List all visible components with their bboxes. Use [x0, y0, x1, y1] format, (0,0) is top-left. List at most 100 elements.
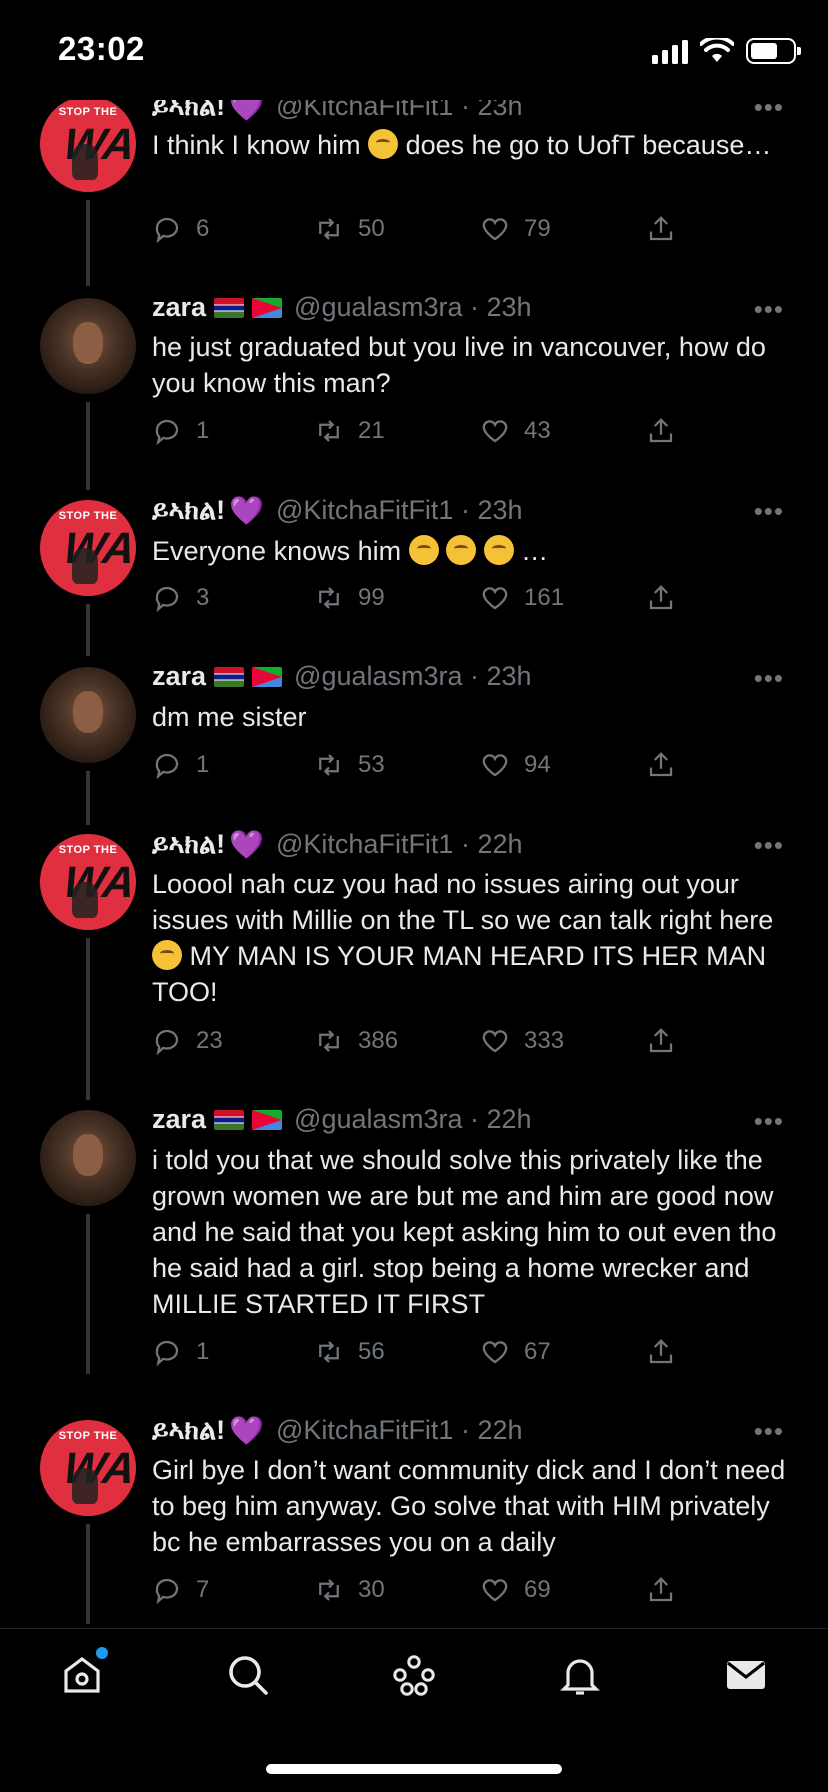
more-options-icon[interactable]: •••	[754, 1416, 784, 1447]
status-icons	[652, 36, 801, 66]
cellular-signal-icon	[652, 38, 688, 64]
retweet-button[interactable]: 99	[314, 583, 385, 613]
share-icon	[649, 1339, 673, 1364]
notifications-icon	[560, 1659, 600, 1695]
share-button[interactable]	[646, 583, 676, 613]
tweet-actions: 7 30 69	[152, 1573, 692, 1607]
search-tab[interactable]	[224, 1651, 272, 1699]
like-button[interactable]: 69	[480, 1575, 551, 1605]
share-button[interactable]	[646, 416, 676, 446]
retweet-icon	[319, 1341, 339, 1363]
like-button[interactable]: 94	[480, 750, 551, 780]
status-time: 23:02	[58, 30, 145, 67]
reply-button[interactable]: 23	[152, 1026, 223, 1056]
share-button[interactable]	[646, 750, 676, 780]
tweet-text-part: Everyone knows him	[152, 536, 409, 566]
tweet-text-part: does he go to UofT because…	[398, 130, 772, 160]
avatar[interactable]	[40, 298, 136, 394]
share-icon	[649, 585, 673, 610]
share-icon	[649, 1577, 673, 1602]
more-options-icon[interactable]: •••	[754, 830, 784, 861]
more-options-icon[interactable]: •••	[754, 496, 784, 527]
display-name[interactable]: zara	[152, 292, 206, 323]
like-button[interactable]: 333	[480, 1026, 564, 1056]
face-with-raised-eyebrow-emoji	[368, 129, 399, 159]
display-name[interactable]: ይኣክል!	[152, 1415, 225, 1447]
avatar[interactable]: STOP THE WAR	[40, 1420, 136, 1516]
reply-count: 1	[196, 751, 210, 778]
purple-heart-emoji: 💜	[229, 495, 264, 526]
display-name[interactable]: zara	[152, 661, 206, 692]
bottom-nav	[0, 1628, 828, 1728]
pleading-face-emoji	[408, 535, 439, 565]
retweet-icon	[319, 754, 339, 776]
messages-tab[interactable]	[722, 1651, 770, 1699]
battery-icon	[746, 38, 801, 64]
handle-timestamp[interactable]: @KitchaFitFit1 · 22h	[276, 1415, 523, 1446]
share-button[interactable]	[646, 1575, 676, 1605]
tweet-actions: 1 21 43	[152, 414, 692, 448]
retweet-button[interactable]: 30	[314, 1575, 385, 1605]
handle-timestamp[interactable]: @KitchaFitFit1 · 23h	[276, 495, 523, 526]
avatar-text-stop: STOP THE	[58, 844, 118, 856]
reply-icon	[155, 1578, 179, 1605]
reply-button[interactable]: 6	[152, 214, 209, 244]
avatar-figure	[72, 882, 98, 918]
avatar[interactable]	[40, 1110, 136, 1206]
thread-line	[86, 1524, 90, 1624]
display-name[interactable]: ይኣክል!	[152, 829, 225, 861]
share-icon	[649, 752, 673, 777]
handle-timestamp[interactable]: @KitchaFitFit1 · 22h	[276, 829, 523, 860]
gambia-flag-emoji	[214, 297, 245, 318]
spaces-tab[interactable]	[390, 1651, 438, 1699]
avatar-text-stop: STOP THE	[58, 1430, 118, 1442]
more-options-icon[interactable]: •••	[754, 1106, 784, 1137]
avatar[interactable]: STOP THE WAR	[40, 96, 136, 192]
more-options-icon[interactable]: •••	[754, 294, 784, 325]
retweet-button[interactable]: 53	[314, 750, 385, 780]
handle-timestamp[interactable]: @gualasm3ra · 23h	[294, 292, 532, 323]
heart-icon	[482, 1341, 508, 1364]
avatar[interactable]	[40, 667, 136, 763]
like-button[interactable]: 67	[480, 1337, 551, 1367]
display-name[interactable]: ይኣክል!	[152, 495, 225, 527]
tweet-text: Looool nah cuz you had no issues airing …	[152, 866, 792, 1010]
more-options-icon[interactable]: •••	[754, 663, 784, 694]
handle-timestamp[interactable]: @gualasm3ra · 23h	[294, 661, 532, 692]
share-button[interactable]	[646, 214, 676, 244]
reply-button[interactable]: 1	[152, 1337, 209, 1367]
share-button[interactable]	[646, 1026, 676, 1056]
like-count: 79	[524, 215, 551, 242]
avatar-figure	[72, 548, 98, 584]
retweet-button[interactable]: 50	[314, 214, 385, 244]
thread-line	[86, 938, 90, 1100]
reply-button[interactable]: 1	[152, 750, 209, 780]
retweet-icon	[319, 1030, 339, 1052]
eritrea-flag-emoji	[252, 1109, 283, 1130]
reply-button[interactable]: 1	[152, 416, 209, 446]
home-tab[interactable]	[58, 1647, 108, 1699]
tweet-text: Everyone knows him …	[152, 533, 792, 569]
purple-heart-emoji: 💜	[229, 829, 264, 860]
like-button[interactable]: 161	[480, 583, 564, 613]
handle-timestamp[interactable]: @gualasm3ra · 22h	[294, 1104, 532, 1135]
share-button[interactable]	[646, 1337, 676, 1367]
notifications-tab[interactable]	[556, 1651, 604, 1699]
like-button[interactable]: 43	[480, 416, 551, 446]
avatar-text-stop: STOP THE	[58, 510, 118, 522]
retweet-button[interactable]: 21	[314, 416, 385, 446]
display-name[interactable]: zara	[152, 1104, 206, 1135]
retweet-button[interactable]: 56	[314, 1337, 385, 1367]
reply-icon	[155, 586, 179, 613]
reply-button[interactable]: 7	[152, 1575, 209, 1605]
avatar[interactable]: STOP THE WAR	[40, 500, 136, 596]
reply-button[interactable]: 3	[152, 583, 209, 613]
tweet-header: zara @gualasm3ra · 23h	[152, 661, 532, 692]
home-indicator[interactable]	[266, 1764, 562, 1774]
tweet-text: dm me sister	[152, 702, 307, 732]
tweet-actions: 6 50 79	[152, 212, 692, 246]
messages-icon	[727, 1661, 765, 1689]
like-button[interactable]: 79	[480, 214, 551, 244]
avatar[interactable]: STOP THE WAR	[40, 834, 136, 930]
retweet-button[interactable]: 386	[314, 1026, 398, 1056]
